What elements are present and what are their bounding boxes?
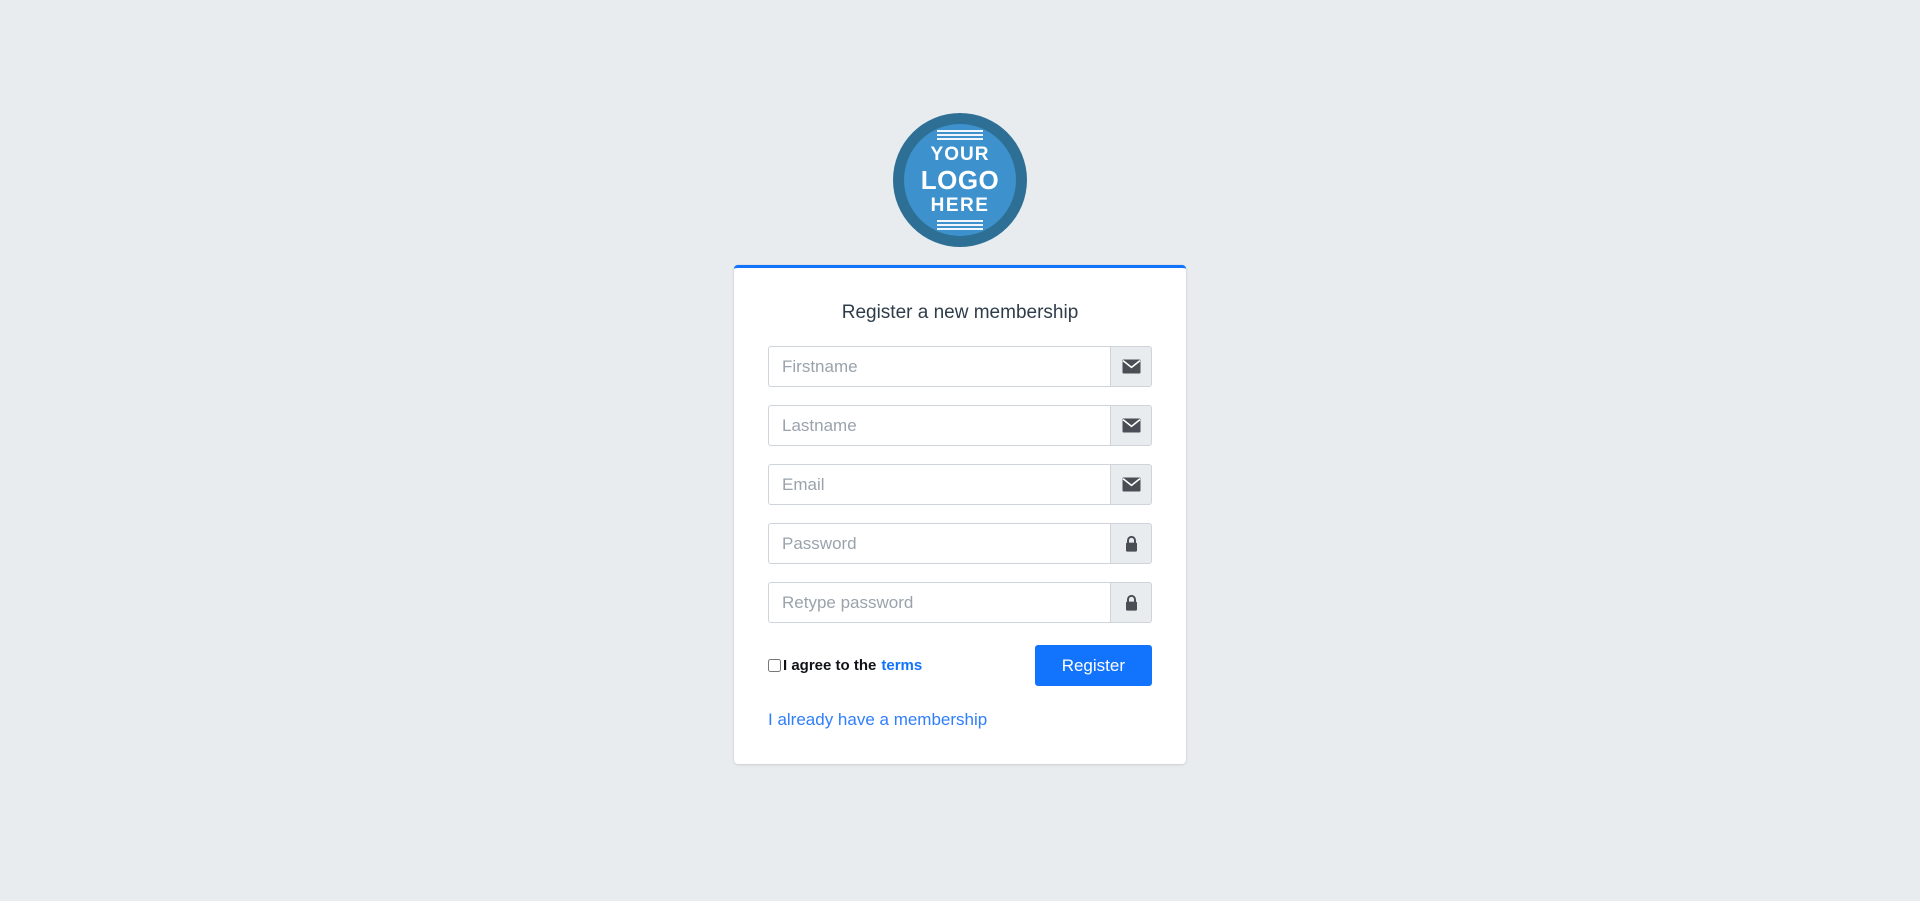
lock-icon [1110,523,1152,564]
register-card: Register a new membership Firstname Last… [734,265,1186,764]
lastname-input[interactable] [768,405,1110,446]
email-input[interactable] [768,464,1110,505]
logo-top-rules-icon [937,130,983,140]
envelope-icon [1110,464,1152,505]
envelope-icon [1110,405,1152,446]
agree-terms-checkbox[interactable] [768,659,781,672]
register-page: YOUR LOGO HERE Register a new membership [0,0,1920,901]
page-title: Register a new membership [841,302,1079,323]
password-input[interactable] [768,523,1110,564]
email-field-group [768,464,1152,505]
register-button[interactable]: Register [1034,645,1152,686]
logo-line-3: HERE [930,195,990,216]
register-card-container: Register a new membership Firstname Last… [0,265,1920,764]
firstname-input[interactable] [768,346,1110,387]
retype-password-field-group [768,582,1152,623]
terms-agreement[interactable]: I agree to the terms [768,657,922,674]
logo-container: YOUR LOGO HERE [0,113,1920,247]
retype-password-input[interactable] [768,582,1110,623]
logo-bottom-rules-icon [937,220,983,230]
envelope-icon [1110,346,1152,387]
agree-and-submit-row: I agree to the terms Register [768,645,1152,686]
agree-terms-label: I agree to the [783,657,877,674]
existing-membership-link[interactable]: I already have a membership [768,710,987,730]
logo-line-1: YOUR [930,144,990,165]
lastname-field-group [768,405,1152,446]
logo-inner-circle: YOUR LOGO HERE [904,124,1016,236]
password-field-group [768,523,1152,564]
terms-link[interactable]: terms [881,657,922,674]
firstname-field-group [768,346,1152,387]
lock-icon [1110,582,1152,623]
brand-logo: YOUR LOGO HERE [893,113,1027,247]
logo-line-2: LOGO [920,165,1000,195]
